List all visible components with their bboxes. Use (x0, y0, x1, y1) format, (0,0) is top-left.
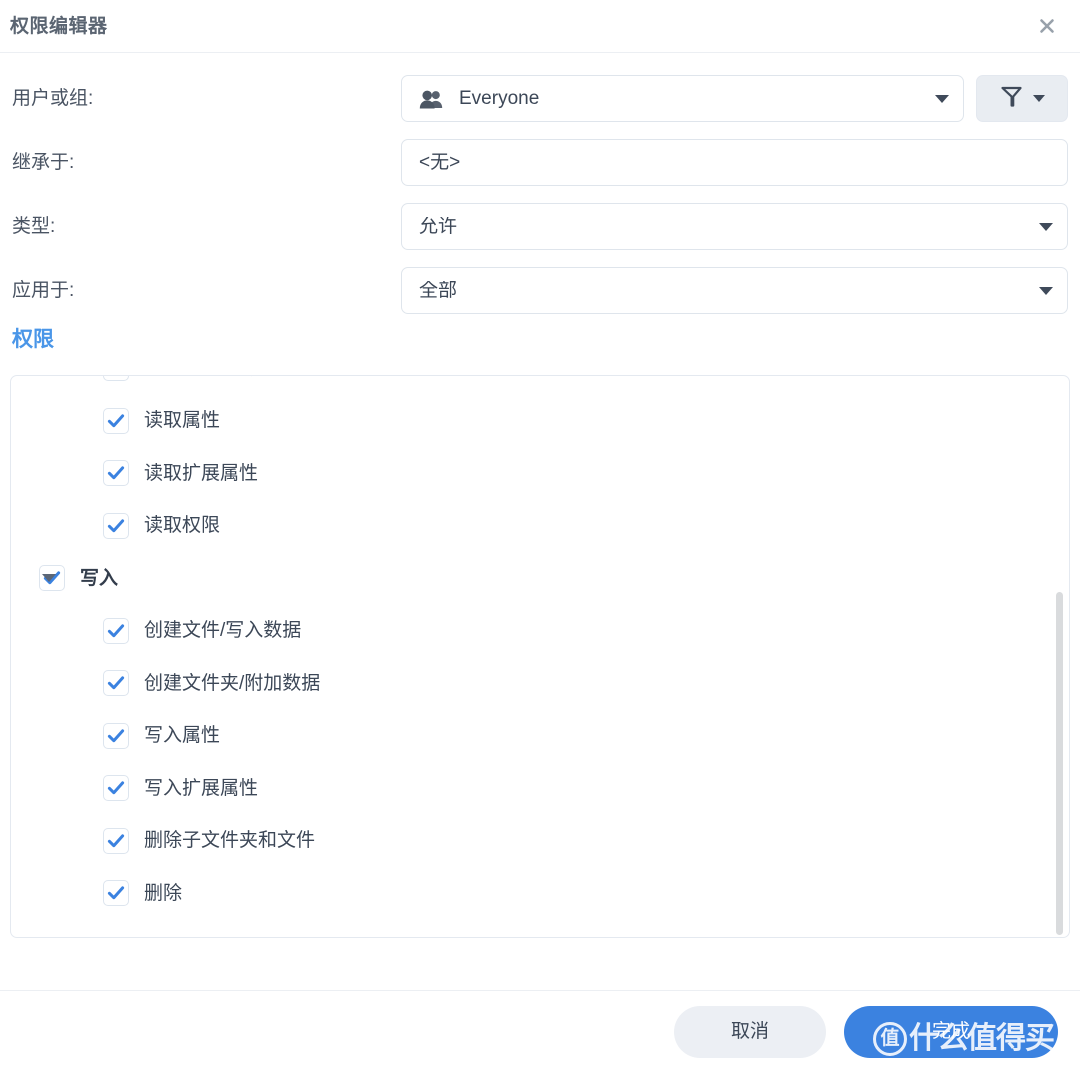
label-user-or-group: 用户或组: (12, 88, 94, 109)
chevron-down-icon (1033, 95, 1045, 102)
close-icon[interactable] (1030, 9, 1064, 43)
permission-row[interactable]: 读取属性 (11, 395, 1069, 448)
chevron-down-icon (935, 94, 949, 103)
permission-row[interactable]: 创建文件夹/附加数据 (11, 657, 1069, 710)
permission-checkbox[interactable] (103, 670, 129, 697)
permissions-list: 列出文件夹/读取数据读取属性读取扩展属性读取权限写入创建文件/写入数据创建文件夹… (10, 375, 1070, 938)
form-row-inherited-from: 继承于: <无> (12, 139, 1068, 186)
apply-to-value: 全部 (419, 281, 458, 300)
filter-funnel-icon (999, 84, 1024, 114)
chevron-down-icon (1039, 286, 1053, 295)
dialog-footer: 取消 完成 值 什么值得买 (0, 990, 1080, 1072)
confirm-button-label: 完成 (931, 1021, 970, 1042)
permission-label: 写入扩展属性 (144, 777, 259, 799)
inherited-from-field: <无> (401, 139, 1068, 186)
chevron-down-icon (1039, 222, 1053, 231)
permissions-rows-container: 列出文件夹/读取数据读取属性读取扩展属性读取权限写入创建文件/写入数据创建文件夹… (11, 376, 1069, 920)
permission-checkbox[interactable] (103, 880, 129, 907)
permission-row[interactable]: 读取扩展属性 (11, 447, 1069, 500)
permission-checkbox[interactable] (103, 512, 129, 539)
label-apply-to: 应用于: (12, 280, 75, 301)
permission-label: 读取权限 (144, 515, 221, 537)
user-or-group-value: Everyone (459, 89, 540, 108)
permission-checkbox[interactable] (103, 460, 129, 487)
permission-row[interactable]: 删除 (11, 867, 1069, 920)
form-row-apply-to: 应用于: 全部 (12, 267, 1068, 314)
apply-to-select[interactable]: 全部 (401, 267, 1068, 314)
permission-label: 创建文件/写入数据 (144, 620, 302, 642)
permission-row[interactable]: 写入 (11, 552, 1069, 605)
permission-label: 写入属性 (144, 725, 221, 747)
permission-label: 读取属性 (144, 410, 221, 432)
permission-row[interactable]: 删除子文件夹和文件 (11, 815, 1069, 868)
label-type: 类型: (12, 216, 56, 237)
form-row-type: 类型: 允许 (12, 203, 1068, 250)
dialog-title: 权限编辑器 (10, 15, 108, 37)
permission-checkbox[interactable] (103, 617, 129, 644)
confirm-button[interactable]: 完成 值 什么值得买 (844, 1005, 1058, 1058)
permission-label: 写入 (80, 567, 119, 589)
permissions-scrollbar-track[interactable] (1055, 376, 1064, 937)
permission-editor-dialog: 权限编辑器 用户或组: Everyone 继承于: <无> 类型: 允许 应用于… (0, 0, 1080, 1072)
permission-checkbox[interactable] (103, 376, 129, 382)
watermark-logo: 值 (873, 1021, 907, 1056)
permission-checkbox[interactable] (103, 775, 129, 802)
permissions-scrollbar-thumb[interactable] (1056, 592, 1063, 935)
user-or-group-select[interactable]: Everyone (401, 75, 964, 122)
permission-row[interactable]: 写入扩展属性 (11, 762, 1069, 815)
permission-row[interactable]: 写入属性 (11, 710, 1069, 763)
label-inherited-from: 继承于: (12, 152, 75, 173)
type-value: 允许 (419, 217, 458, 236)
permission-checkbox[interactable] (103, 407, 129, 434)
group-icon (419, 89, 445, 109)
dialog-header: 权限编辑器 (0, 0, 1080, 53)
permission-row[interactable]: 读取权限 (11, 500, 1069, 553)
permission-label: 列出文件夹/读取数据 (144, 376, 320, 378)
type-select[interactable]: 允许 (401, 203, 1068, 250)
permissions-scroll-viewport: 列出文件夹/读取数据读取属性读取扩展属性读取权限写入创建文件/写入数据创建文件夹… (11, 376, 1069, 937)
dialog-body: 用户或组: Everyone 继承于: <无> 类型: 允许 应用于: 全部 权… (0, 53, 1080, 990)
watermark-text: 什么值得买 (909, 1021, 1055, 1055)
permission-checkbox[interactable] (103, 722, 129, 749)
inherited-from-value: <无> (419, 153, 461, 172)
permission-checkbox[interactable] (103, 827, 129, 854)
permission-row[interactable]: 创建文件/写入数据 (11, 605, 1069, 658)
permission-label: 删除子文件夹和文件 (144, 830, 316, 852)
collapse-triangle-icon[interactable] (42, 574, 56, 583)
permission-label: 创建文件夹/附加数据 (144, 672, 321, 694)
permission-row[interactable]: 列出文件夹/读取数据 (11, 376, 1069, 395)
cancel-button[interactable]: 取消 (674, 1005, 826, 1058)
form-row-user-or-group: 用户或组: Everyone (12, 75, 1068, 122)
permission-label: 读取扩展属性 (144, 462, 259, 484)
permission-label: 删除 (144, 882, 183, 904)
permissions-section-title: 权限 (12, 328, 54, 351)
filter-button[interactable] (976, 75, 1068, 122)
